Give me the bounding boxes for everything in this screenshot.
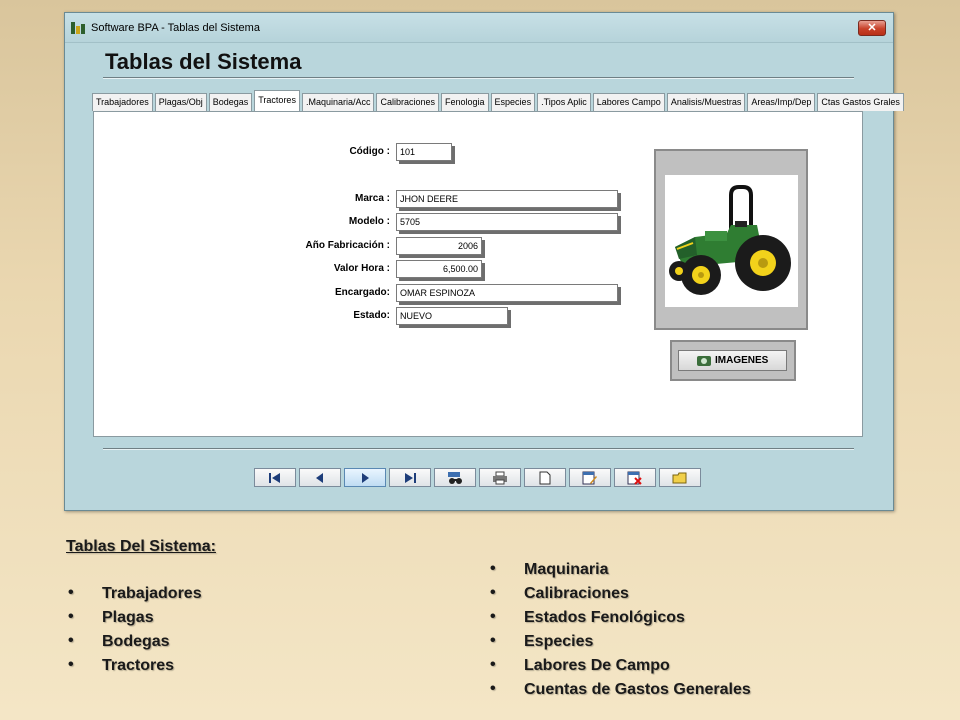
tab-ctas-gastos[interactable]: Ctas Gastos Grales <box>817 93 904 111</box>
first-icon <box>269 472 280 483</box>
modelo-field[interactable]: 5705 <box>396 213 618 231</box>
codigo-label: Código : <box>349 146 390 157</box>
title-bar: Software BPA - Tablas del Sistema ✕ <box>65 13 893 43</box>
anio-label: Año Fabricación : <box>305 240 390 251</box>
list-item: Trabajadores <box>66 584 202 609</box>
delete-button[interactable] <box>614 468 656 487</box>
new-button[interactable] <box>524 468 566 487</box>
list-item: Estados Fenológicos <box>488 608 751 633</box>
list-item: Tractores <box>66 656 202 681</box>
list-item: Maquinaria <box>488 560 751 585</box>
next-record-button[interactable] <box>344 468 386 487</box>
marca-field[interactable]: JHON DEERE <box>396 190 618 208</box>
list-item: Especies <box>488 632 751 657</box>
list-item: Plagas <box>66 608 202 633</box>
encargado-label: Encargado: <box>334 287 390 298</box>
printer-icon <box>493 471 507 484</box>
list-item: Labores De Campo <box>488 656 751 681</box>
form-title: Tablas del Sistema <box>105 49 302 74</box>
list-item: Bodegas <box>66 632 202 657</box>
edit-button[interactable] <box>569 468 611 487</box>
tab-analisis-muestras[interactable]: Analisis/Muestras <box>666 93 746 111</box>
first-record-button[interactable] <box>254 468 296 487</box>
images-button-frame: IMAGENES <box>670 340 796 381</box>
app-icon <box>71 22 87 34</box>
new-document-icon <box>539 471 551 484</box>
estado-label: Estado: <box>353 310 390 321</box>
valor-hora-field[interactable]: 6,500.00 <box>396 260 482 278</box>
open-button[interactable] <box>659 468 701 487</box>
delete-icon <box>627 471 642 485</box>
previous-icon <box>316 472 323 483</box>
marca-label: Marca : <box>354 193 390 204</box>
folder-icon <box>672 472 687 483</box>
tables-list-left: Trabajadores Plagas Bodegas Tractores <box>66 584 202 681</box>
record-toolbar <box>254 468 704 487</box>
app-window: Software BPA - Tablas del Sistema ✕ Tabl… <box>64 12 904 511</box>
print-button[interactable] <box>479 468 521 487</box>
list-item: Calibraciones <box>488 584 751 609</box>
last-record-button[interactable] <box>389 468 431 487</box>
close-button[interactable]: ✕ <box>858 20 886 36</box>
previous-record-button[interactable] <box>299 468 341 487</box>
tab-tipos-aplic[interactable]: .Tipos Aplic <box>537 93 591 111</box>
tractor-icon <box>669 185 791 295</box>
tractor-image-frame <box>654 149 808 330</box>
valor-hora-label: Valor Hora : <box>333 263 390 274</box>
search-button[interactable] <box>434 468 476 487</box>
list-item: Cuentas de Gastos Generales <box>488 680 751 705</box>
bottom-divider <box>103 448 854 450</box>
caption-title: Tablas Del Sistema: <box>66 538 216 555</box>
title-divider <box>103 77 854 79</box>
tab-tractores[interactable]: Tractores <box>254 90 300 111</box>
tab-plagas[interactable]: Plagas/Obj <box>154 93 207 111</box>
anio-field[interactable]: 2006 <box>396 237 482 255</box>
tab-labores-campo[interactable]: Labores Campo <box>592 93 665 111</box>
estado-field[interactable]: NUEVO <box>396 307 508 325</box>
binoculars-icon <box>448 471 462 484</box>
last-icon <box>405 472 416 483</box>
next-icon <box>362 472 369 483</box>
camera-icon <box>697 356 711 366</box>
tab-trabajadores[interactable]: Trabajadores <box>92 93 153 111</box>
tab-calibraciones[interactable]: Calibraciones <box>376 93 440 111</box>
tab-bodegas[interactable]: Bodegas <box>208 93 253 111</box>
codigo-field[interactable]: 101 <box>396 143 452 161</box>
tab-especies[interactable]: Especies <box>490 93 536 111</box>
tables-list-right: Maquinaria Calibraciones Estados Fenológ… <box>488 560 751 705</box>
window-title: Software BPA - Tablas del Sistema <box>91 22 260 34</box>
modelo-label: Modelo : <box>348 216 390 227</box>
images-button[interactable]: IMAGENES <box>678 350 787 371</box>
tractor-image <box>665 175 798 307</box>
tab-areas[interactable]: Areas/Imp/Dep <box>747 93 816 111</box>
tab-maquinaria[interactable]: .Maquinaria/Acc <box>301 93 375 111</box>
tab-fenologia[interactable]: Fenologia <box>441 93 489 111</box>
encargado-field[interactable]: OMAR ESPINOZA <box>396 284 618 302</box>
edit-icon <box>582 471 597 484</box>
tab-strip: Trabajadores Plagas/Obj Bodegas Tractore… <box>92 90 906 111</box>
images-button-label: IMAGENES <box>715 355 769 366</box>
